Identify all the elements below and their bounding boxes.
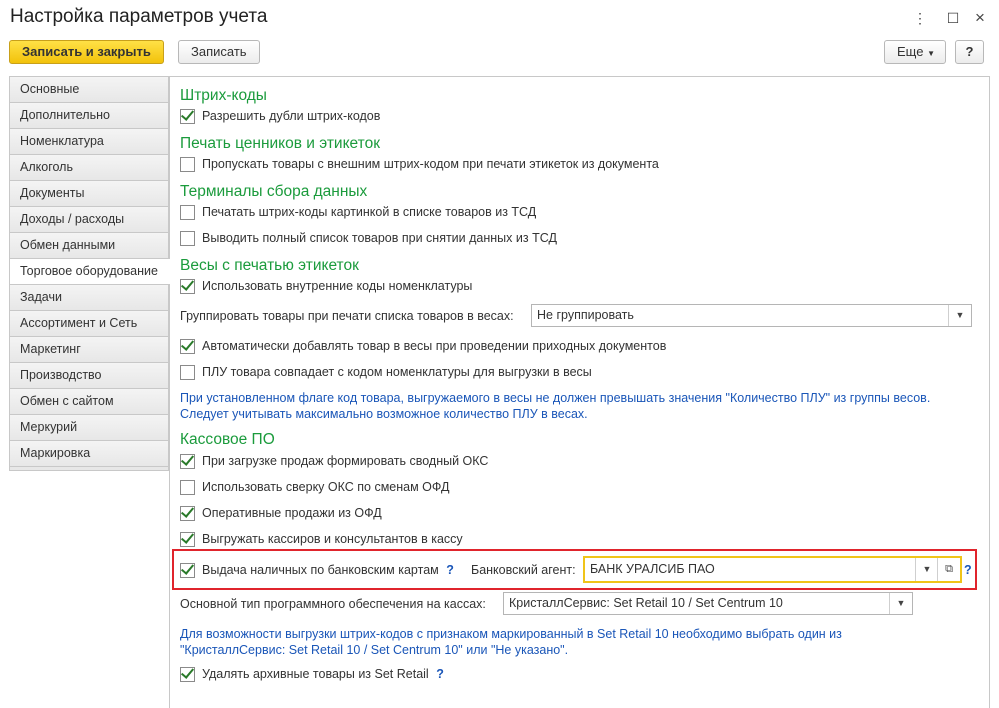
sidebar-item[interactable]: Ассортимент и Сеть bbox=[9, 310, 169, 336]
sidebar-item[interactable]: Производство bbox=[9, 362, 169, 388]
section-title-labels: Печать ценников и этикеток bbox=[180, 135, 380, 152]
checkbox-label: Оперативные продажи из ОФД bbox=[202, 506, 382, 520]
checkbox-row[interactable]: Пропускать товары с внешним штрих-кодом … bbox=[180, 156, 659, 172]
section-title-scales: Весы с печатью этикеток bbox=[180, 257, 359, 274]
software-label: Основной тип программного обеспечения на… bbox=[180, 597, 486, 611]
checkbox-row[interactable]: Автоматически добавлять товар в весы при… bbox=[180, 338, 666, 354]
save-close-button[interactable]: Записать и закрыть bbox=[9, 40, 164, 64]
checkbox-checked[interactable] bbox=[180, 339, 195, 354]
checkbox-label: Удалять архивные товары из Set Retail bbox=[202, 667, 429, 681]
help-question[interactable]: ? bbox=[446, 563, 454, 577]
more-vertical-icon[interactable]: ⋮ bbox=[912, 10, 928, 26]
chevron-down-icon[interactable]: ▼ bbox=[948, 305, 971, 326]
checkbox-row[interactable]: Разрешить дубли штрих-кодов bbox=[180, 108, 380, 124]
sidebar-item[interactable]: Дополнительно bbox=[9, 102, 169, 128]
checkbox-label: Пропускать товары с внешним штрих-кодом … bbox=[202, 157, 659, 171]
sidebar-item[interactable]: Задачи bbox=[9, 284, 169, 310]
cash-note-1: Для возможности выгрузки штрих-кодов с п… bbox=[180, 627, 842, 641]
scales-note-1: При установленном флаге код товара, выгр… bbox=[180, 391, 931, 405]
checkbox[interactable] bbox=[180, 365, 195, 380]
checkbox-row[interactable]: При загрузке продаж формировать сводный … bbox=[180, 453, 488, 469]
checkbox-row[interactable]: Выдача наличных по банковским картам ? bbox=[180, 562, 454, 578]
chevron-down-icon: ▼ bbox=[927, 49, 935, 58]
sidebar-item[interactable]: Документы bbox=[9, 180, 169, 206]
group-label: Группировать товары при печати списка то… bbox=[180, 309, 514, 323]
maximize-icon[interactable]: ☐ bbox=[945, 10, 961, 26]
sidebar-nav: Основные Дополнительно Номенклатура Алко… bbox=[9, 76, 170, 471]
checkbox-row[interactable]: ПЛУ товара совпадает с кодом номенклатур… bbox=[180, 364, 592, 380]
software-select[interactable]: КристаллСервис: Set Retail 10 / Set Cent… bbox=[503, 592, 913, 615]
checkbox-checked[interactable] bbox=[180, 109, 195, 124]
checkbox-row[interactable]: Использовать внутренние коды номенклатур… bbox=[180, 278, 472, 294]
checkbox-checked[interactable] bbox=[180, 506, 195, 521]
sidebar-item[interactable]: Меркурий bbox=[9, 414, 169, 440]
window-title: Настройка параметров учета bbox=[10, 6, 268, 27]
bank-agent-field[interactable]: БАНК УРАЛСИБ ПАО ▼ ⧉ bbox=[583, 556, 962, 583]
checkbox-row[interactable]: Удалять архивные товары из Set Retail ? bbox=[180, 666, 444, 682]
more-label: Еще bbox=[897, 44, 924, 59]
checkbox-row[interactable]: Использовать сверку ОКС по сменам ОФД bbox=[180, 479, 449, 495]
save-button[interactable]: Записать bbox=[178, 40, 260, 64]
checkbox-label: При загрузке продаж формировать сводный … bbox=[202, 454, 489, 468]
checkbox-label: Автоматически добавлять товар в весы при… bbox=[202, 339, 667, 353]
checkbox-label: Печатать штрих-коды картинкой в списке т… bbox=[202, 205, 537, 219]
group-select-value: Не группировать bbox=[537, 308, 634, 322]
checkbox-row[interactable]: Выгружать кассиров и консультантов в кас… bbox=[180, 531, 463, 547]
help-question[interactable]: ? bbox=[436, 667, 444, 681]
open-icon[interactable]: ⧉ bbox=[937, 558, 960, 581]
checkbox[interactable] bbox=[180, 231, 195, 246]
bank-agent-label: Банковский агент: bbox=[471, 563, 576, 577]
sidebar-item[interactable]: Маркировка bbox=[9, 440, 169, 466]
checkbox-row[interactable]: Оперативные продажи из ОФД bbox=[180, 505, 382, 521]
sidebar-item[interactable]: Доходы / расходы bbox=[9, 206, 169, 232]
checkbox-checked[interactable] bbox=[180, 667, 195, 682]
section-title-barcodes: Штрих-коды bbox=[180, 87, 267, 104]
checkbox-label: Выдача наличных по банковским картам bbox=[202, 563, 439, 577]
checkbox-checked[interactable] bbox=[180, 454, 195, 469]
close-icon[interactable]: × bbox=[972, 9, 988, 26]
checkbox-label: Выводить полный список товаров при сняти… bbox=[202, 231, 557, 245]
software-select-value: КристаллСервис: Set Retail 10 / Set Cent… bbox=[509, 596, 783, 610]
checkbox-label: ПЛУ товара совпадает с кодом номенклатур… bbox=[202, 365, 592, 379]
checkbox-row[interactable]: Выводить полный список товаров при сняти… bbox=[180, 230, 557, 246]
group-select[interactable]: Не группировать ▼ bbox=[531, 304, 972, 327]
cash-note-2: "КристаллСервис: Set Retail 10 / Set Cen… bbox=[180, 643, 569, 657]
checkbox-row[interactable]: Печатать штрих-коды картинкой в списке т… bbox=[180, 204, 536, 220]
sidebar-item[interactable]: Обмен с сайтом bbox=[9, 388, 169, 414]
more-button[interactable]: Еще ▼ bbox=[884, 40, 946, 64]
scales-note-2: Следует учитывать максимально возможное … bbox=[180, 407, 588, 421]
sidebar-item[interactable]: Обмен данными bbox=[9, 232, 169, 258]
help-question[interactable]: ? bbox=[964, 562, 972, 578]
checkbox-checked[interactable] bbox=[180, 279, 195, 294]
checkbox-checked[interactable] bbox=[180, 563, 195, 578]
sidebar-item-active[interactable]: Торговое оборудование bbox=[9, 258, 170, 284]
chevron-down-icon[interactable]: ▼ bbox=[915, 558, 938, 581]
sidebar-item[interactable]: Маркетинг bbox=[9, 336, 169, 362]
checkbox[interactable] bbox=[180, 157, 195, 172]
section-title-cash: Кассовое ПО bbox=[180, 431, 275, 448]
help-button[interactable]: ? bbox=[955, 40, 984, 64]
sidebar-bottom bbox=[9, 466, 169, 471]
sidebar-item[interactable]: Алкоголь bbox=[9, 154, 169, 180]
bank-agent-value: БАНК УРАЛСИБ ПАО bbox=[590, 562, 715, 576]
checkbox-checked[interactable] bbox=[180, 532, 195, 547]
checkbox[interactable] bbox=[180, 480, 195, 495]
sidebar-item[interactable]: Номенклатура bbox=[9, 128, 169, 154]
checkbox-label: Использовать сверку ОКС по сменам ОФД bbox=[202, 480, 450, 494]
checkbox[interactable] bbox=[180, 205, 195, 220]
checkbox-label: Использовать внутренние коды номенклатур… bbox=[202, 279, 473, 293]
checkbox-label: Разрешить дубли штрих-кодов bbox=[202, 109, 381, 123]
sidebar-item[interactable]: Основные bbox=[9, 76, 169, 102]
chevron-down-icon[interactable]: ▼ bbox=[889, 593, 912, 614]
checkbox-label: Выгружать кассиров и консультантов в кас… bbox=[202, 532, 463, 546]
section-title-tsd: Терминалы сбора данных bbox=[180, 183, 368, 200]
